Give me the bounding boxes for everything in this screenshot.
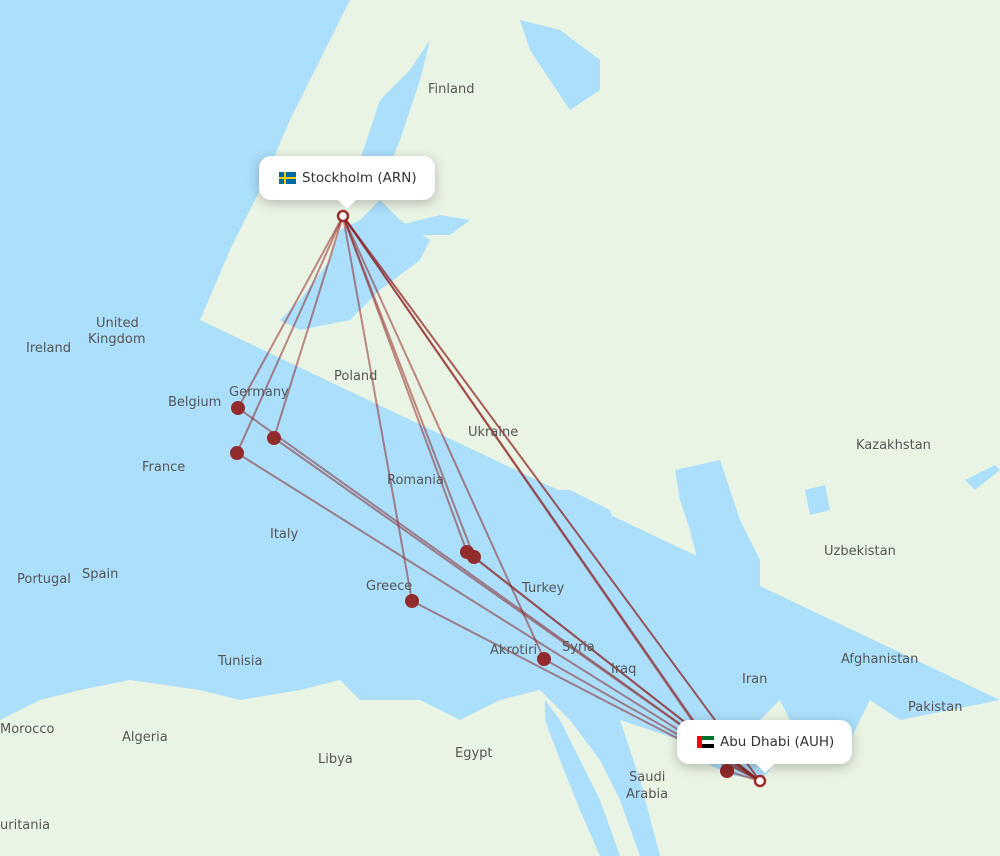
country-label: Greece — [366, 579, 412, 594]
stopover-marker[interactable] — [230, 446, 244, 460]
country-label: Uzbekistan — [824, 544, 896, 559]
country-label: Akrotiri — [490, 643, 537, 658]
country-label: Kingdom — [88, 332, 146, 347]
destination-popup[interactable]: Abu Dhabi (AUH) — [677, 720, 853, 773]
country-label: Turkey — [521, 581, 565, 596]
origin-airport-marker[interactable] — [336, 209, 350, 223]
stopover-marker[interactable] — [537, 652, 551, 666]
country-label: Spain — [82, 567, 118, 582]
country-label: France — [142, 460, 185, 475]
country-label: Ireland — [26, 341, 71, 356]
stopover-marker[interactable] — [720, 764, 734, 778]
country-label: Portugal — [17, 572, 71, 587]
uae-flag-icon — [697, 736, 714, 748]
country-label: Libya — [318, 752, 353, 767]
country-label: Finland — [428, 82, 474, 97]
country-label: Italy — [270, 527, 299, 542]
country-label: uritania — [0, 818, 50, 833]
stopover-marker[interactable] — [231, 401, 245, 415]
country-label: Ukraine — [468, 425, 518, 440]
origin-popup[interactable]: Stockholm (ARN) — [259, 156, 435, 209]
country-label: Algeria — [122, 730, 168, 745]
country-label: Syria — [562, 640, 595, 655]
country-label: Germany — [229, 385, 289, 400]
stopover-marker[interactable] — [405, 594, 419, 608]
stopover-marker[interactable] — [467, 550, 481, 564]
country-label: Kazakhstan — [856, 438, 931, 453]
country-label: Iraq — [611, 662, 636, 677]
country-label: Iran — [742, 672, 767, 687]
country-label: Arabia — [626, 787, 668, 802]
origin-label: Stockholm (ARN) — [302, 170, 417, 186]
destination-label: Abu Dhabi (AUH) — [720, 734, 835, 750]
country-label: United — [96, 316, 139, 331]
country-label: Belgium — [168, 395, 221, 410]
country-label: Afghanistan — [841, 652, 918, 667]
country-label: Tunisia — [217, 654, 262, 669]
stopover-marker[interactable] — [267, 431, 281, 445]
country-label: Egypt — [455, 746, 493, 761]
country-label: Romania — [387, 473, 444, 488]
country-label: Pakistan — [908, 700, 962, 715]
country-label: Poland — [334, 369, 377, 384]
country-label: Saudi — [629, 770, 665, 785]
destination-airport-marker[interactable] — [753, 774, 767, 788]
country-label: Morocco — [0, 722, 54, 737]
sweden-flag-icon — [279, 172, 296, 184]
